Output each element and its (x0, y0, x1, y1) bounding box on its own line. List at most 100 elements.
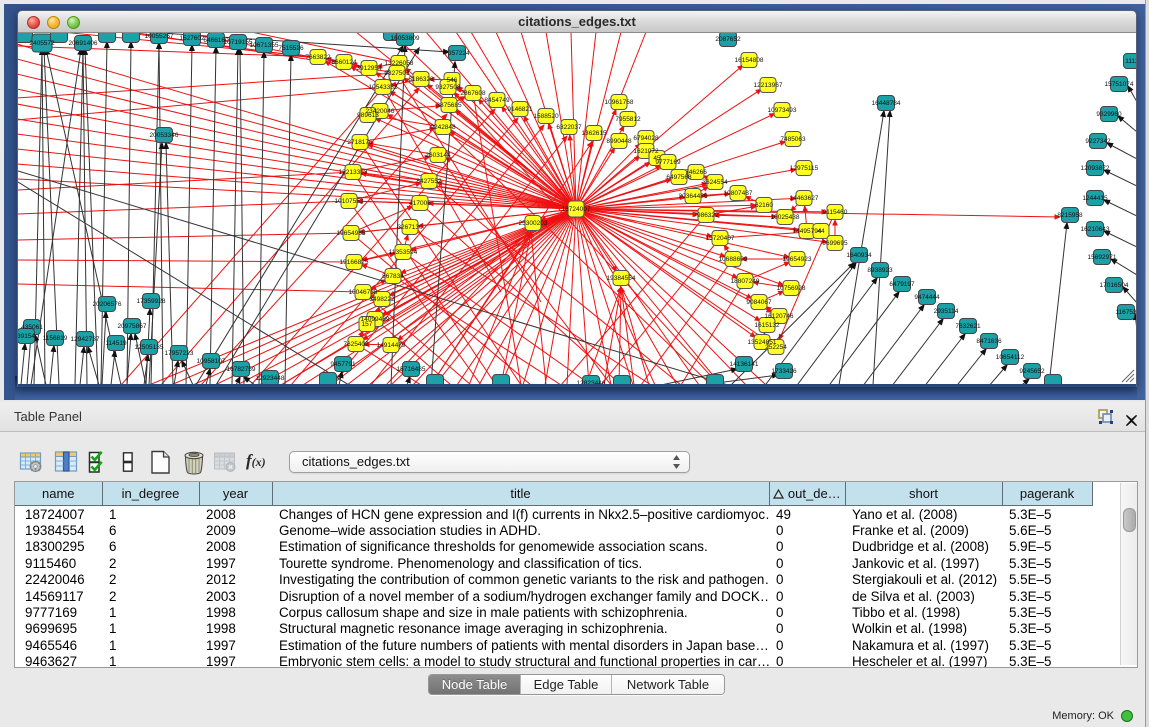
svg-text:10543382: 10543382 (369, 84, 398, 91)
svg-text:12823446: 12823446 (577, 380, 606, 384)
svg-text:1244415: 1244415 (1082, 195, 1108, 202)
svg-text:19654985: 19654985 (337, 230, 366, 237)
svg-text:39154: 39154 (18, 333, 35, 340)
svg-text:867834: 867834 (382, 273, 404, 280)
svg-text:15692971: 15692971 (1088, 254, 1117, 261)
svg-text:12213363: 12213363 (339, 169, 368, 176)
svg-text:16782759: 16782759 (227, 366, 256, 373)
svg-text:15751074: 15751074 (1105, 81, 1134, 88)
svg-text:8186328: 8186328 (408, 76, 434, 83)
svg-text:9457791: 9457791 (330, 361, 356, 368)
svg-text:10719155: 10719155 (224, 39, 253, 46)
svg-text:9084067: 9084067 (746, 299, 772, 306)
svg-text:44: 44 (817, 228, 825, 235)
svg-text:14463627: 14463627 (790, 195, 819, 202)
svg-text:2935114: 2935114 (934, 308, 959, 315)
svg-text:114519: 114519 (105, 340, 127, 347)
svg-text:16210643: 16210643 (1081, 226, 1110, 233)
svg-text:7955812: 7955812 (615, 116, 641, 123)
svg-text:14136141: 14136141 (730, 361, 759, 368)
svg-text:17957223: 17957223 (165, 350, 194, 357)
svg-text:10046788: 10046788 (349, 289, 378, 296)
svg-text:8938923: 8938923 (867, 267, 893, 274)
svg-text:10654112: 10654112 (996, 354, 1025, 361)
svg-text:989613: 989613 (357, 112, 379, 119)
svg-text:9115460: 9115460 (823, 209, 848, 216)
svg-text:6794028: 6794028 (633, 135, 659, 142)
svg-text:12213967: 12213967 (754, 82, 783, 89)
svg-text:7485063: 7485063 (780, 136, 806, 143)
svg-text:16120746: 16120746 (765, 313, 794, 320)
svg-text:7632621: 7632621 (955, 323, 981, 330)
svg-text:1588520: 1588520 (533, 113, 559, 120)
svg-text:16448784: 16448784 (872, 100, 901, 107)
svg-text:20206576: 20206576 (93, 301, 122, 308)
svg-text:1621072: 1621072 (633, 148, 659, 155)
svg-text:1527602: 1527602 (179, 35, 205, 42)
svg-text:3267130: 3267130 (397, 224, 423, 231)
svg-text:14914479: 14914479 (377, 342, 406, 349)
svg-text:18724007: 18724007 (562, 206, 591, 213)
svg-text:9245652: 9245652 (1019, 368, 1045, 375)
svg-text:546: 546 (447, 77, 458, 84)
svg-text:8471636: 8471636 (976, 338, 1002, 345)
svg-text:6322037: 6322037 (556, 124, 582, 131)
svg-text:20053346: 20053346 (150, 132, 179, 139)
svg-text:12975115: 12975115 (790, 165, 819, 172)
svg-text:9242848: 9242848 (430, 124, 456, 131)
svg-text:9327503: 9327503 (384, 70, 410, 77)
svg-text:19384554: 19384554 (607, 275, 636, 282)
svg-text:10961768: 10961768 (605, 99, 634, 106)
svg-text:20691406: 20691406 (69, 40, 98, 47)
svg-text:116753: 116753 (1115, 309, 1136, 316)
svg-text:20364436: 20364436 (679, 193, 708, 200)
svg-text:12923448: 12923448 (256, 375, 285, 382)
svg-text:62160: 62160 (755, 202, 773, 209)
svg-text:10107553: 10107553 (335, 198, 364, 205)
svg-text:7357224: 7357224 (444, 50, 470, 57)
svg-text:2405572: 2405572 (29, 40, 55, 47)
svg-text:7986322: 7986322 (693, 212, 719, 219)
svg-text:25300203: 25300203 (519, 220, 548, 227)
svg-text:3624554: 3624554 (702, 179, 728, 186)
svg-text:746266: 746266 (685, 169, 707, 176)
svg-text:3875685: 3875685 (436, 102, 462, 109)
svg-text:7663822: 7663822 (305, 54, 331, 61)
svg-text:15716485: 15716485 (397, 366, 426, 373)
svg-text:1112: 1112 (1125, 58, 1136, 65)
svg-text:2603144: 2603144 (425, 152, 451, 159)
svg-text:2087652: 2087652 (715, 36, 741, 43)
svg-text:9327508: 9327508 (435, 84, 461, 91)
svg-text:1615132: 1615132 (754, 322, 780, 329)
svg-text:10671355: 10671355 (250, 42, 279, 49)
svg-text:19654923: 19654923 (783, 256, 812, 263)
svg-text:1640934: 1640934 (846, 252, 872, 259)
svg-text:9329960: 9329960 (1096, 111, 1122, 118)
svg-text:12093872: 12093872 (1081, 165, 1110, 172)
svg-text:7625402: 7625402 (343, 341, 369, 348)
svg-text:435061: 435061 (21, 324, 43, 331)
svg-text:10025438: 10025438 (771, 214, 800, 221)
svg-text:13226058: 13226058 (385, 60, 414, 67)
svg-text:8454749: 8454749 (484, 97, 510, 104)
svg-text:157: 157 (362, 321, 373, 328)
svg-text:8215958: 8215958 (1057, 212, 1083, 219)
svg-text:8990448: 8990448 (606, 138, 632, 145)
svg-text:1733426: 1733426 (771, 368, 797, 375)
svg-text:3498222: 3498222 (369, 296, 395, 303)
svg-text:11353594: 11353594 (389, 249, 418, 256)
svg-text:252254: 252254 (765, 344, 787, 351)
svg-text:10973493: 10973493 (768, 107, 797, 114)
svg-text:16154808: 16154808 (735, 57, 764, 64)
svg-text:9474444: 9474444 (914, 294, 940, 301)
svg-text:12505135: 12505135 (135, 344, 164, 351)
svg-text:8427552: 8427552 (416, 178, 442, 185)
svg-text:10688609: 10688609 (719, 256, 748, 263)
svg-text:2718176: 2718176 (347, 139, 373, 146)
svg-text:7515526: 7515526 (278, 45, 304, 52)
svg-text:9699695: 9699695 (822, 240, 848, 247)
svg-text:10055267: 10055267 (145, 33, 174, 40)
svg-text:6479197: 6479197 (889, 281, 915, 288)
svg-text:3912954: 3912954 (356, 65, 382, 72)
svg-text:1156819: 1156819 (43, 335, 68, 342)
